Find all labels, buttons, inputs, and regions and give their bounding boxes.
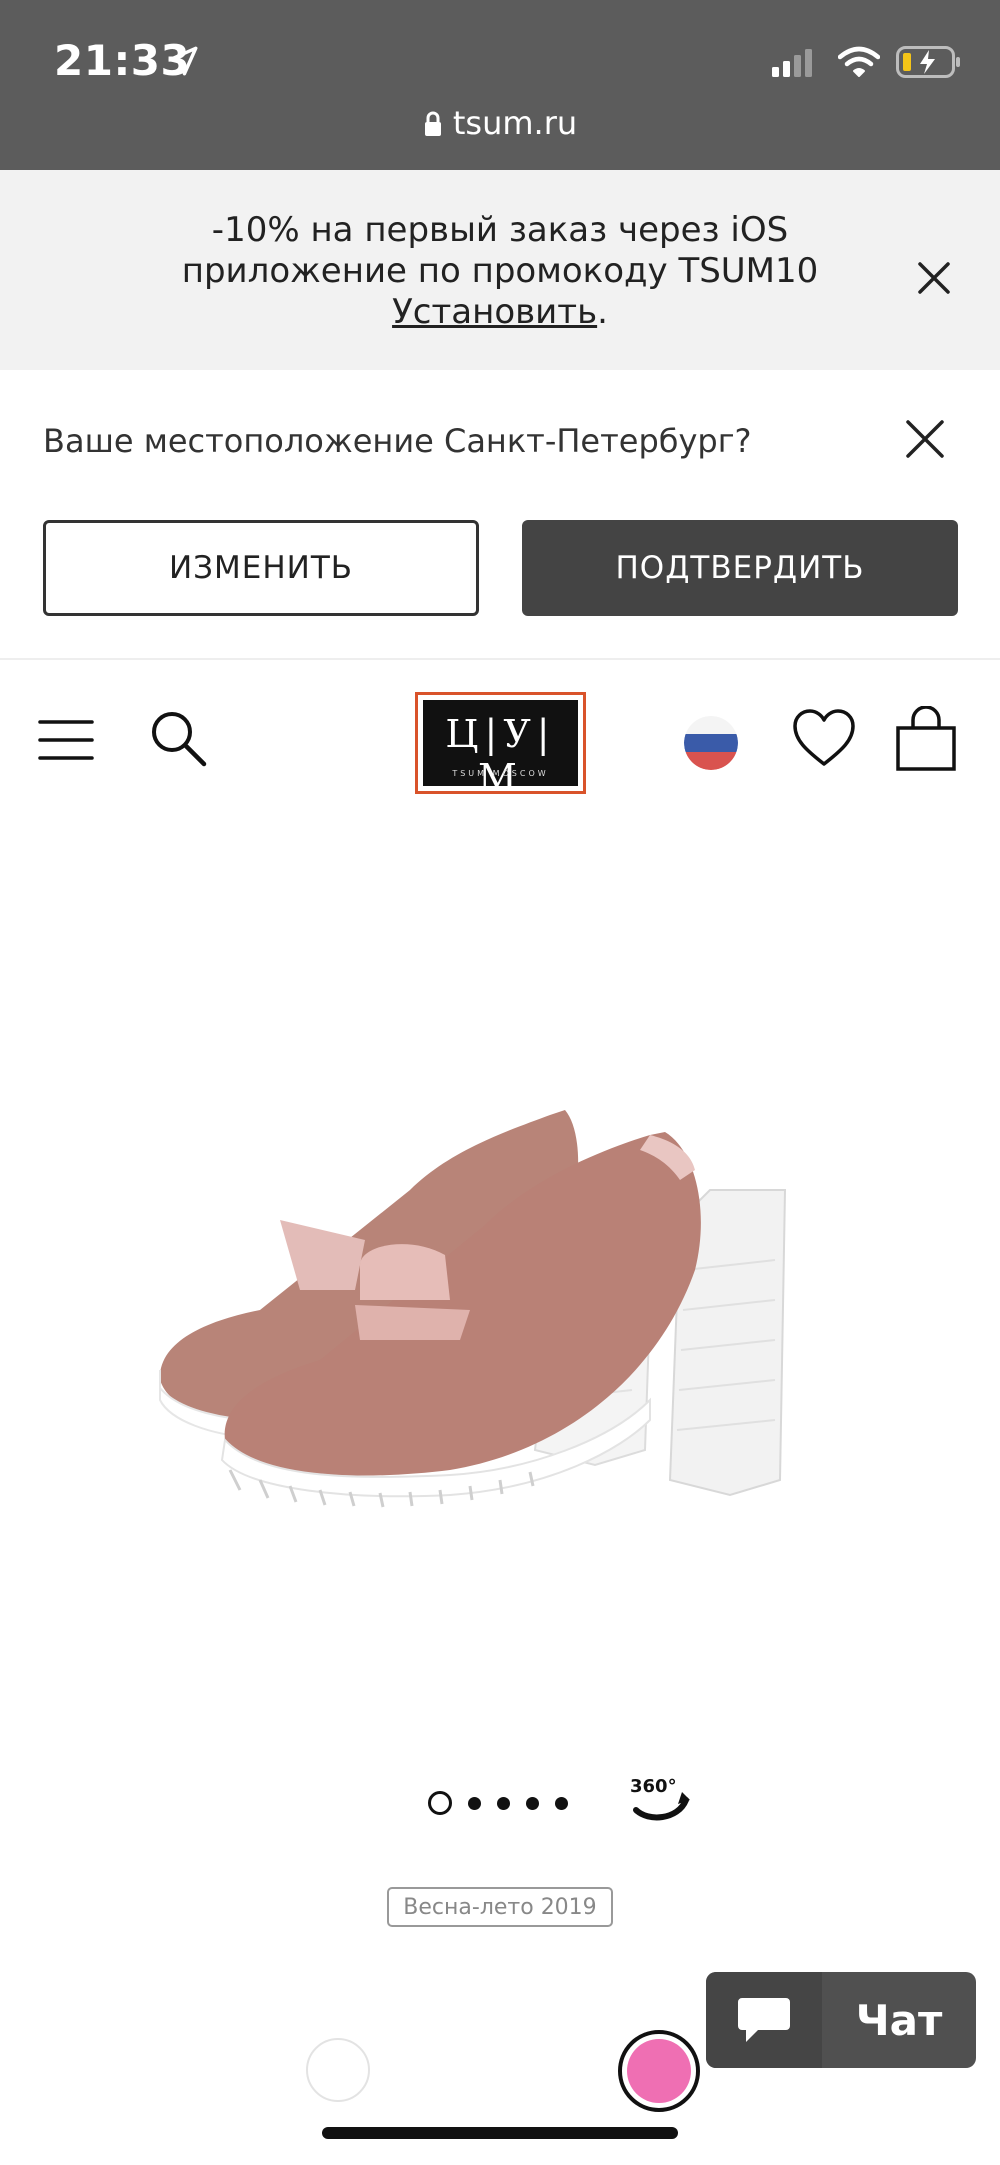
search-icon[interactable] (148, 708, 208, 768)
chat-bubble-icon (738, 1998, 790, 2042)
logo-letters: Ц|У|М (445, 712, 556, 800)
tsum-logo[interactable]: Ц|У|М TSUM MOSCOW (415, 692, 586, 800)
logo-subtitle: TSUM MOSCOW (452, 769, 549, 778)
rotate-360-label: 360° (630, 1776, 677, 1797)
close-icon[interactable] (912, 256, 956, 300)
color-swatch-white[interactable] (306, 2038, 370, 2102)
gallery-dot[interactable] (526, 1796, 539, 1810)
rotate-360-icon[interactable]: 360° (628, 1770, 692, 1824)
gallery-dot[interactable] (468, 1796, 481, 1810)
menu-icon[interactable] (38, 718, 94, 762)
bag-icon[interactable] (895, 706, 957, 772)
lock-icon (424, 111, 441, 136)
product-image[interactable] (150, 1040, 790, 1530)
location-arrow-icon (168, 46, 198, 76)
promo-banner: -10% на первый заказ через iOS приложени… (0, 170, 1000, 370)
gallery-pagination[interactable] (428, 1788, 568, 1818)
status-bar: 21:33 tsum.ru (0, 0, 1000, 170)
change-location-button[interactable]: ИЗМЕНИТЬ (43, 520, 479, 616)
color-swatch-fill (627, 2039, 691, 2103)
site-header: Ц|У|М TSUM MOSCOW (0, 662, 1000, 822)
heart-icon[interactable] (792, 708, 856, 768)
product-page: 21:33 tsum.ru -10% на первый заказ через… (0, 0, 1000, 2165)
season-badge: Весна-лето 2019 (387, 1887, 613, 1927)
color-swatch-pink-selected[interactable] (618, 2030, 700, 2112)
status-icons (772, 42, 962, 82)
chat-icon-wrap (706, 1972, 822, 2068)
confirm-location-button[interactable]: ПОДТВЕРДИТЬ (522, 520, 958, 616)
close-icon[interactable] (902, 416, 948, 462)
chat-button[interactable]: Чат (706, 1972, 976, 2068)
url-text: tsum.ru (452, 104, 578, 142)
rotate-360-arrow: 360° (630, 1776, 690, 1821)
address-bar[interactable]: tsum.ru (0, 104, 1000, 142)
gallery-dot[interactable] (497, 1796, 510, 1810)
wifi-icon (838, 46, 880, 77)
signal-icon (772, 49, 812, 77)
location-panel: Ваше местоположение Санкт-Петербург? ИЗМ… (0, 370, 1000, 660)
promo-text: -10% на первый заказ через iOS приложени… (140, 210, 860, 333)
gallery-dot-active[interactable] (428, 1791, 452, 1815)
location-question: Ваше местоположение Санкт-Петербург? (43, 422, 752, 460)
russia-flag-icon[interactable] (684, 716, 738, 770)
chat-label: Чат (855, 1995, 943, 2045)
install-link[interactable]: Установить (392, 292, 597, 332)
battery-charging-icon (896, 46, 960, 78)
home-indicator (322, 2127, 678, 2139)
logo-mark: Ц|У|М TSUM MOSCOW (423, 700, 578, 800)
promo-message: -10% на первый заказ через iOS приложени… (181, 210, 819, 291)
gallery-dot[interactable] (555, 1796, 568, 1810)
promo-suffix: . (597, 292, 608, 332)
